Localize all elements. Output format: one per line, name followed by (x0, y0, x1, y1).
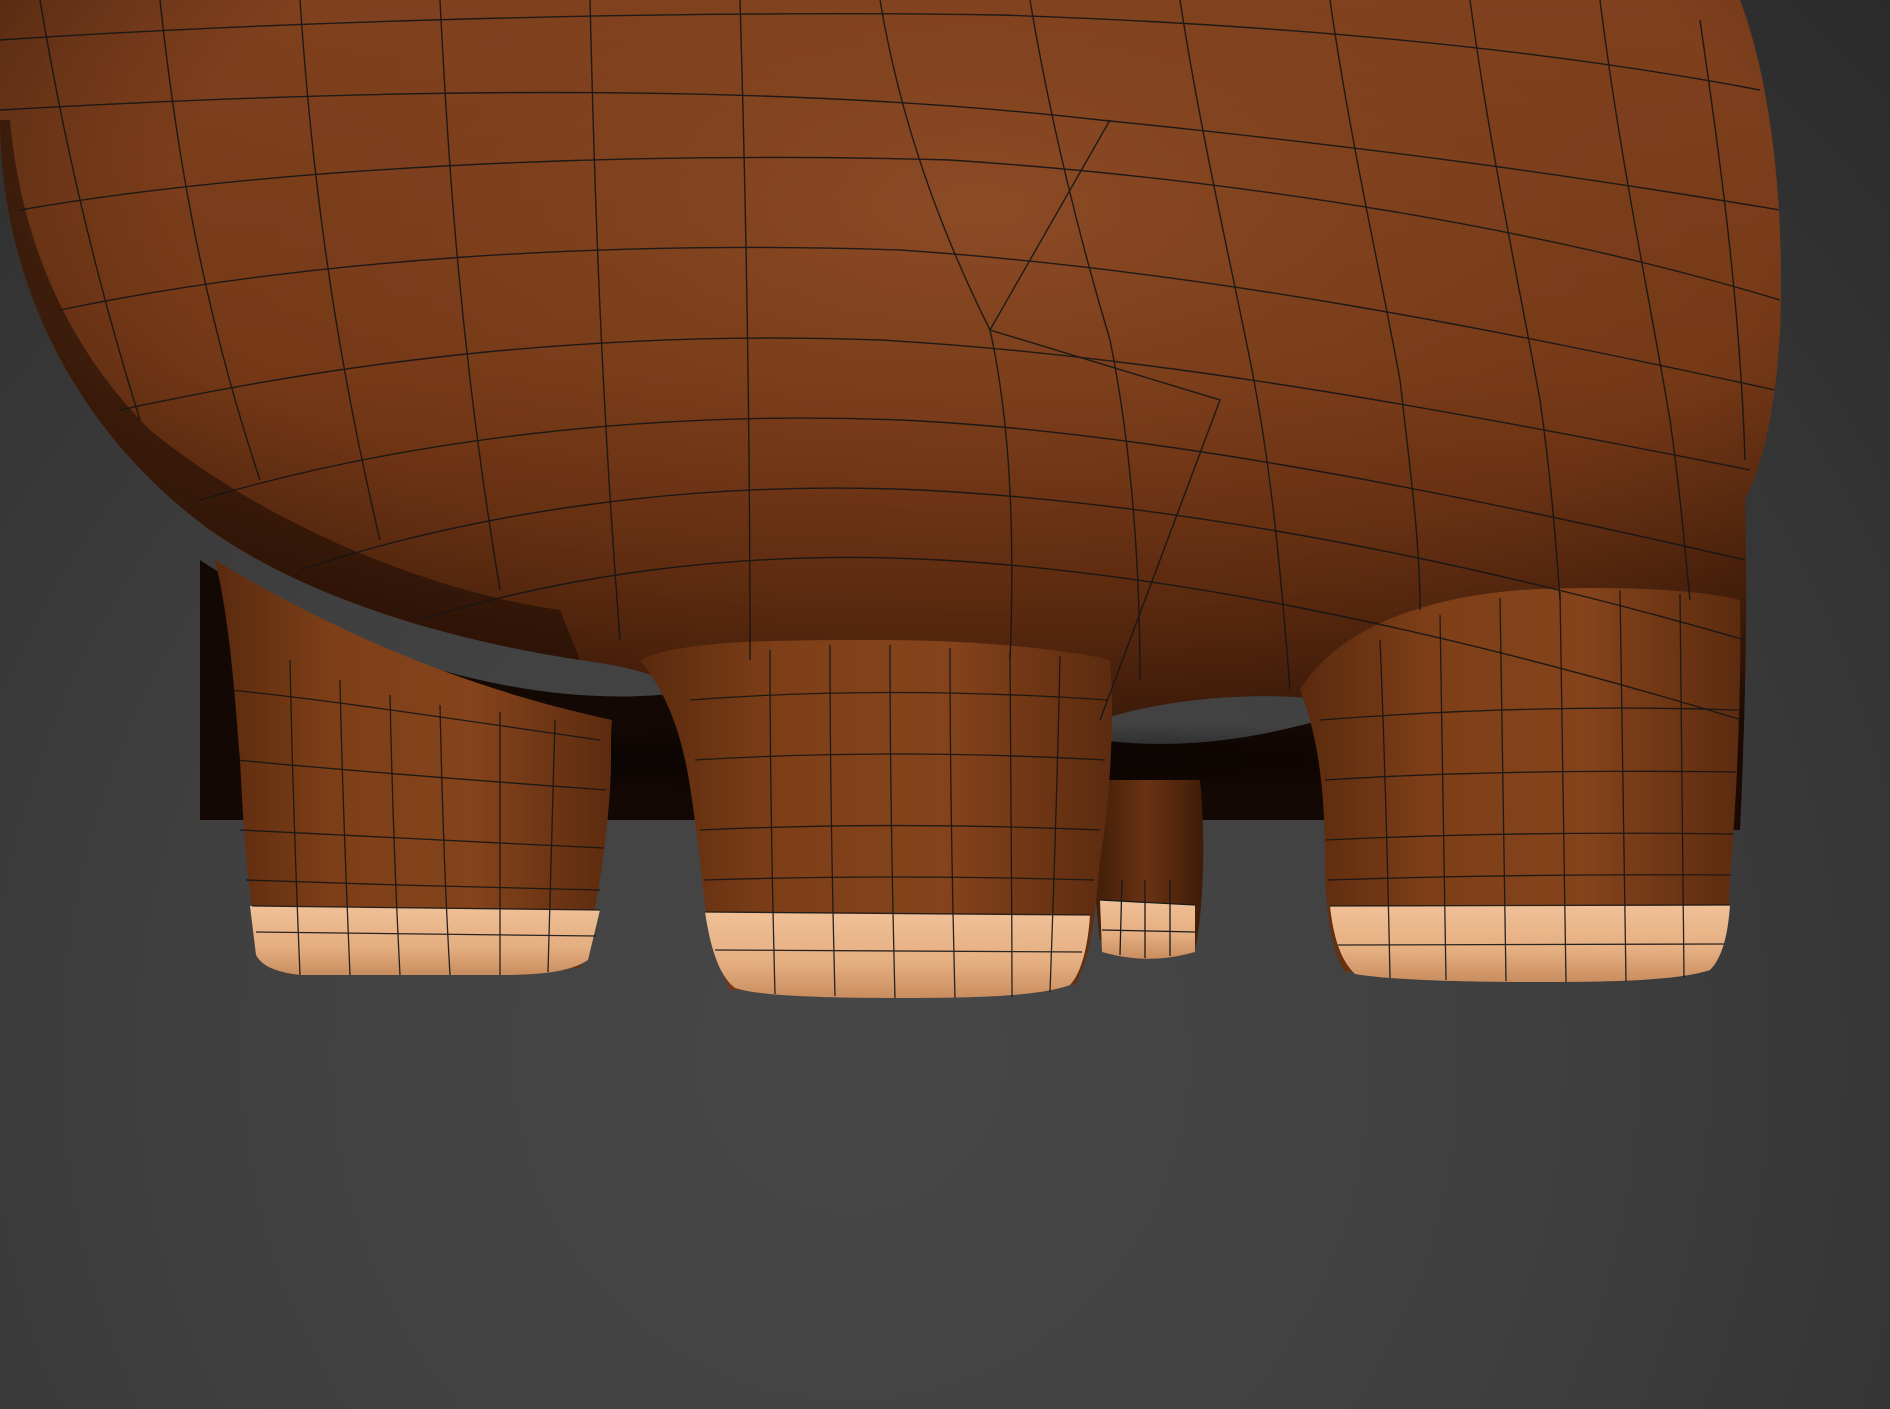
3d-viewport[interactable] (0, 0, 1890, 1409)
front-right-leg[interactable] (640, 640, 1112, 998)
viewport-canvas[interactable] (0, 0, 1890, 1409)
back-right-leg[interactable] (1300, 588, 1741, 982)
